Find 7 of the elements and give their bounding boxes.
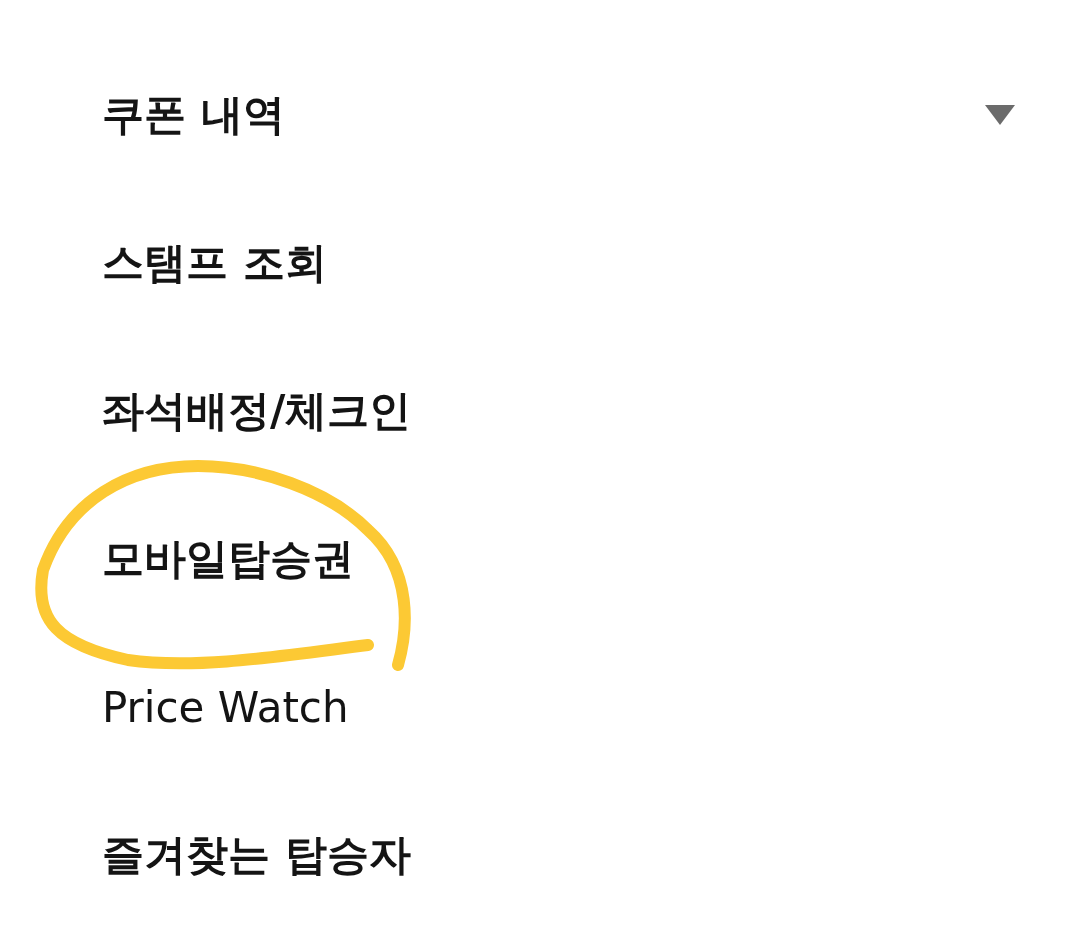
menu-item[interactable]: 모바일탑승권 (0, 485, 1080, 633)
caret-icon[interactable] (985, 105, 1015, 125)
menu-item[interactable]: Price Watch (0, 633, 1080, 781)
menu-item[interactable]: 스탬프 조회 (0, 189, 1080, 337)
menu-item[interactable]: 좌석배정/체크인 (0, 337, 1080, 485)
menu-item[interactable]: 쿠폰 내역 (0, 41, 1080, 189)
menu-item[interactable]: 즐겨찾는 탑승자 (0, 781, 1080, 929)
